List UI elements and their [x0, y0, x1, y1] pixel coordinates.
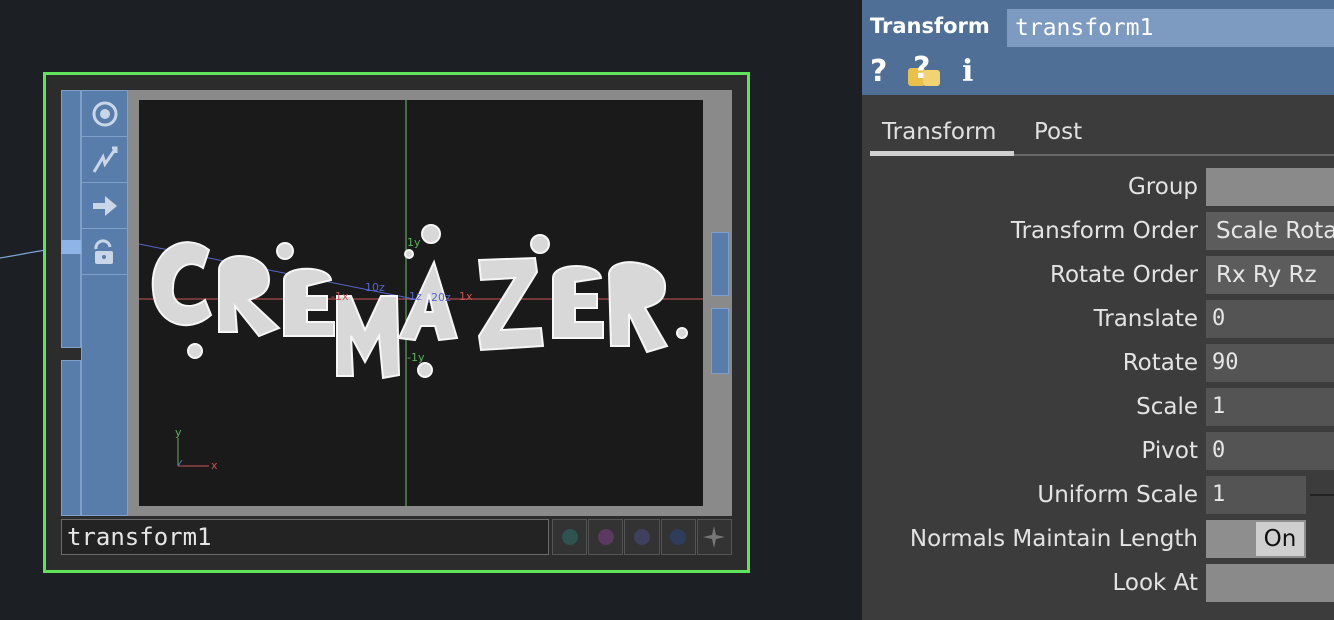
pivot-field[interactable]: 0 [1206, 432, 1334, 470]
param-label: Uniform Scale [1037, 482, 1198, 508]
output-connector-strip [708, 90, 732, 516]
axis-label-x-pos: 1x [459, 290, 473, 303]
input-connector-lower[interactable] [61, 360, 81, 516]
node-name-field[interactable]: transform1 [61, 519, 549, 555]
param-normals-maintain-length: Normals Maintain Length On [862, 519, 1334, 559]
cook-icon[interactable] [82, 137, 127, 183]
bypass-icon[interactable] [82, 91, 127, 137]
axis-label-z-neg: 20z [431, 291, 451, 304]
param-label: Transform Order [1010, 218, 1198, 244]
input-connector-upper[interactable] [61, 90, 81, 348]
lock-icon[interactable] [82, 229, 127, 275]
orientation-gizmo: y x [175, 426, 218, 472]
rotate-order-menu[interactable]: Rx Ry Rz [1206, 256, 1334, 294]
param-label: Look At [1112, 570, 1198, 596]
active-tab-indicator [870, 151, 1014, 156]
translate-field[interactable]: 0 [1206, 300, 1334, 338]
svg-text:?: ? [913, 51, 930, 86]
python-help-icon[interactable]: ? [906, 50, 946, 88]
input-connector-strip [61, 90, 81, 516]
pin-icon[interactable] [696, 519, 733, 555]
look-at-field[interactable] [1206, 564, 1334, 602]
node-button-row [552, 519, 733, 555]
param-translate: Translate 0 [862, 299, 1334, 339]
param-label: Group [1127, 174, 1198, 200]
param-label: Normals Maintain Length [909, 526, 1198, 552]
clone-icon[interactable] [588, 519, 624, 555]
node-flag-column [81, 90, 128, 516]
output-connector-1[interactable] [711, 232, 729, 296]
rotate-field[interactable]: 90 [1206, 344, 1334, 382]
parameter-header: Transform transform1 ? ? i [862, 0, 1334, 95]
axis-label-center: 1z [409, 290, 422, 303]
display-icon[interactable] [82, 183, 127, 229]
param-label: Rotate Order [1050, 262, 1198, 288]
param-label: Rotate [1122, 350, 1198, 376]
group-field[interactable] [1206, 168, 1334, 206]
render-flag-icon[interactable] [660, 519, 696, 555]
param-pivot: Pivot 0 [862, 431, 1334, 471]
info-icon[interactable]: i [962, 54, 973, 89]
operator-name-field[interactable]: transform1 [1007, 9, 1334, 47]
normals-maintain-toggle[interactable]: On [1206, 520, 1306, 558]
parameter-panel: Transform transform1 ? ? i Transform Pos… [862, 0, 1334, 620]
geometry-viewer[interactable]: 1y -1y 1x -1x 10z 20z 1z y x [139, 100, 703, 506]
param-uniform-scale: Uniform Scale 1 [862, 475, 1334, 515]
network-editor[interactable]: 1y -1y 1x -1x 10z 20z 1z y x transform1 [0, 0, 862, 620]
axis-label-z-pos: 10z [365, 281, 385, 294]
uniform-scale-field[interactable]: 1 [1206, 476, 1306, 514]
param-rotate: Rotate 90 [862, 343, 1334, 383]
gizmo-x-label: x [211, 459, 218, 472]
param-scale: Scale 1 [862, 387, 1334, 427]
uniform-scale-slider[interactable] [1310, 494, 1334, 496]
param-label: Translate [1093, 306, 1198, 332]
axis-label-x-neg: -1x [331, 290, 349, 303]
display-flag-icon[interactable] [624, 519, 660, 555]
axis-label-y-pos: 1y [407, 236, 421, 249]
input-connector[interactable] [61, 240, 81, 254]
parameter-tabs: Transform Post [870, 112, 1334, 156]
param-label: Pivot [1141, 438, 1198, 464]
output-connector-2[interactable] [711, 308, 729, 374]
param-label: Scale [1136, 394, 1198, 420]
param-rotate-order: Rotate Order Rx Ry Rz [862, 255, 1334, 295]
toggle-state: On [1256, 522, 1304, 556]
scale-field[interactable]: 1 [1206, 388, 1334, 426]
viewer-active-icon[interactable] [552, 519, 588, 555]
gizmo-y-label: y [175, 426, 182, 439]
axis-label-y-neg: -1y [407, 351, 425, 364]
param-group: Group [862, 167, 1334, 207]
transform-order-menu[interactable]: Scale Rotate Translate [1206, 212, 1334, 250]
param-look-at: Look At [862, 563, 1334, 603]
help-icon[interactable]: ? [870, 54, 887, 89]
operator-type-label: Transform [870, 14, 990, 38]
next-param-partially-visible [862, 604, 1334, 620]
param-transform-order: Transform Order Scale Rotate Translate [862, 211, 1334, 251]
tab-post[interactable]: Post [1026, 112, 1082, 156]
tab-transform[interactable]: Transform [882, 112, 1026, 156]
